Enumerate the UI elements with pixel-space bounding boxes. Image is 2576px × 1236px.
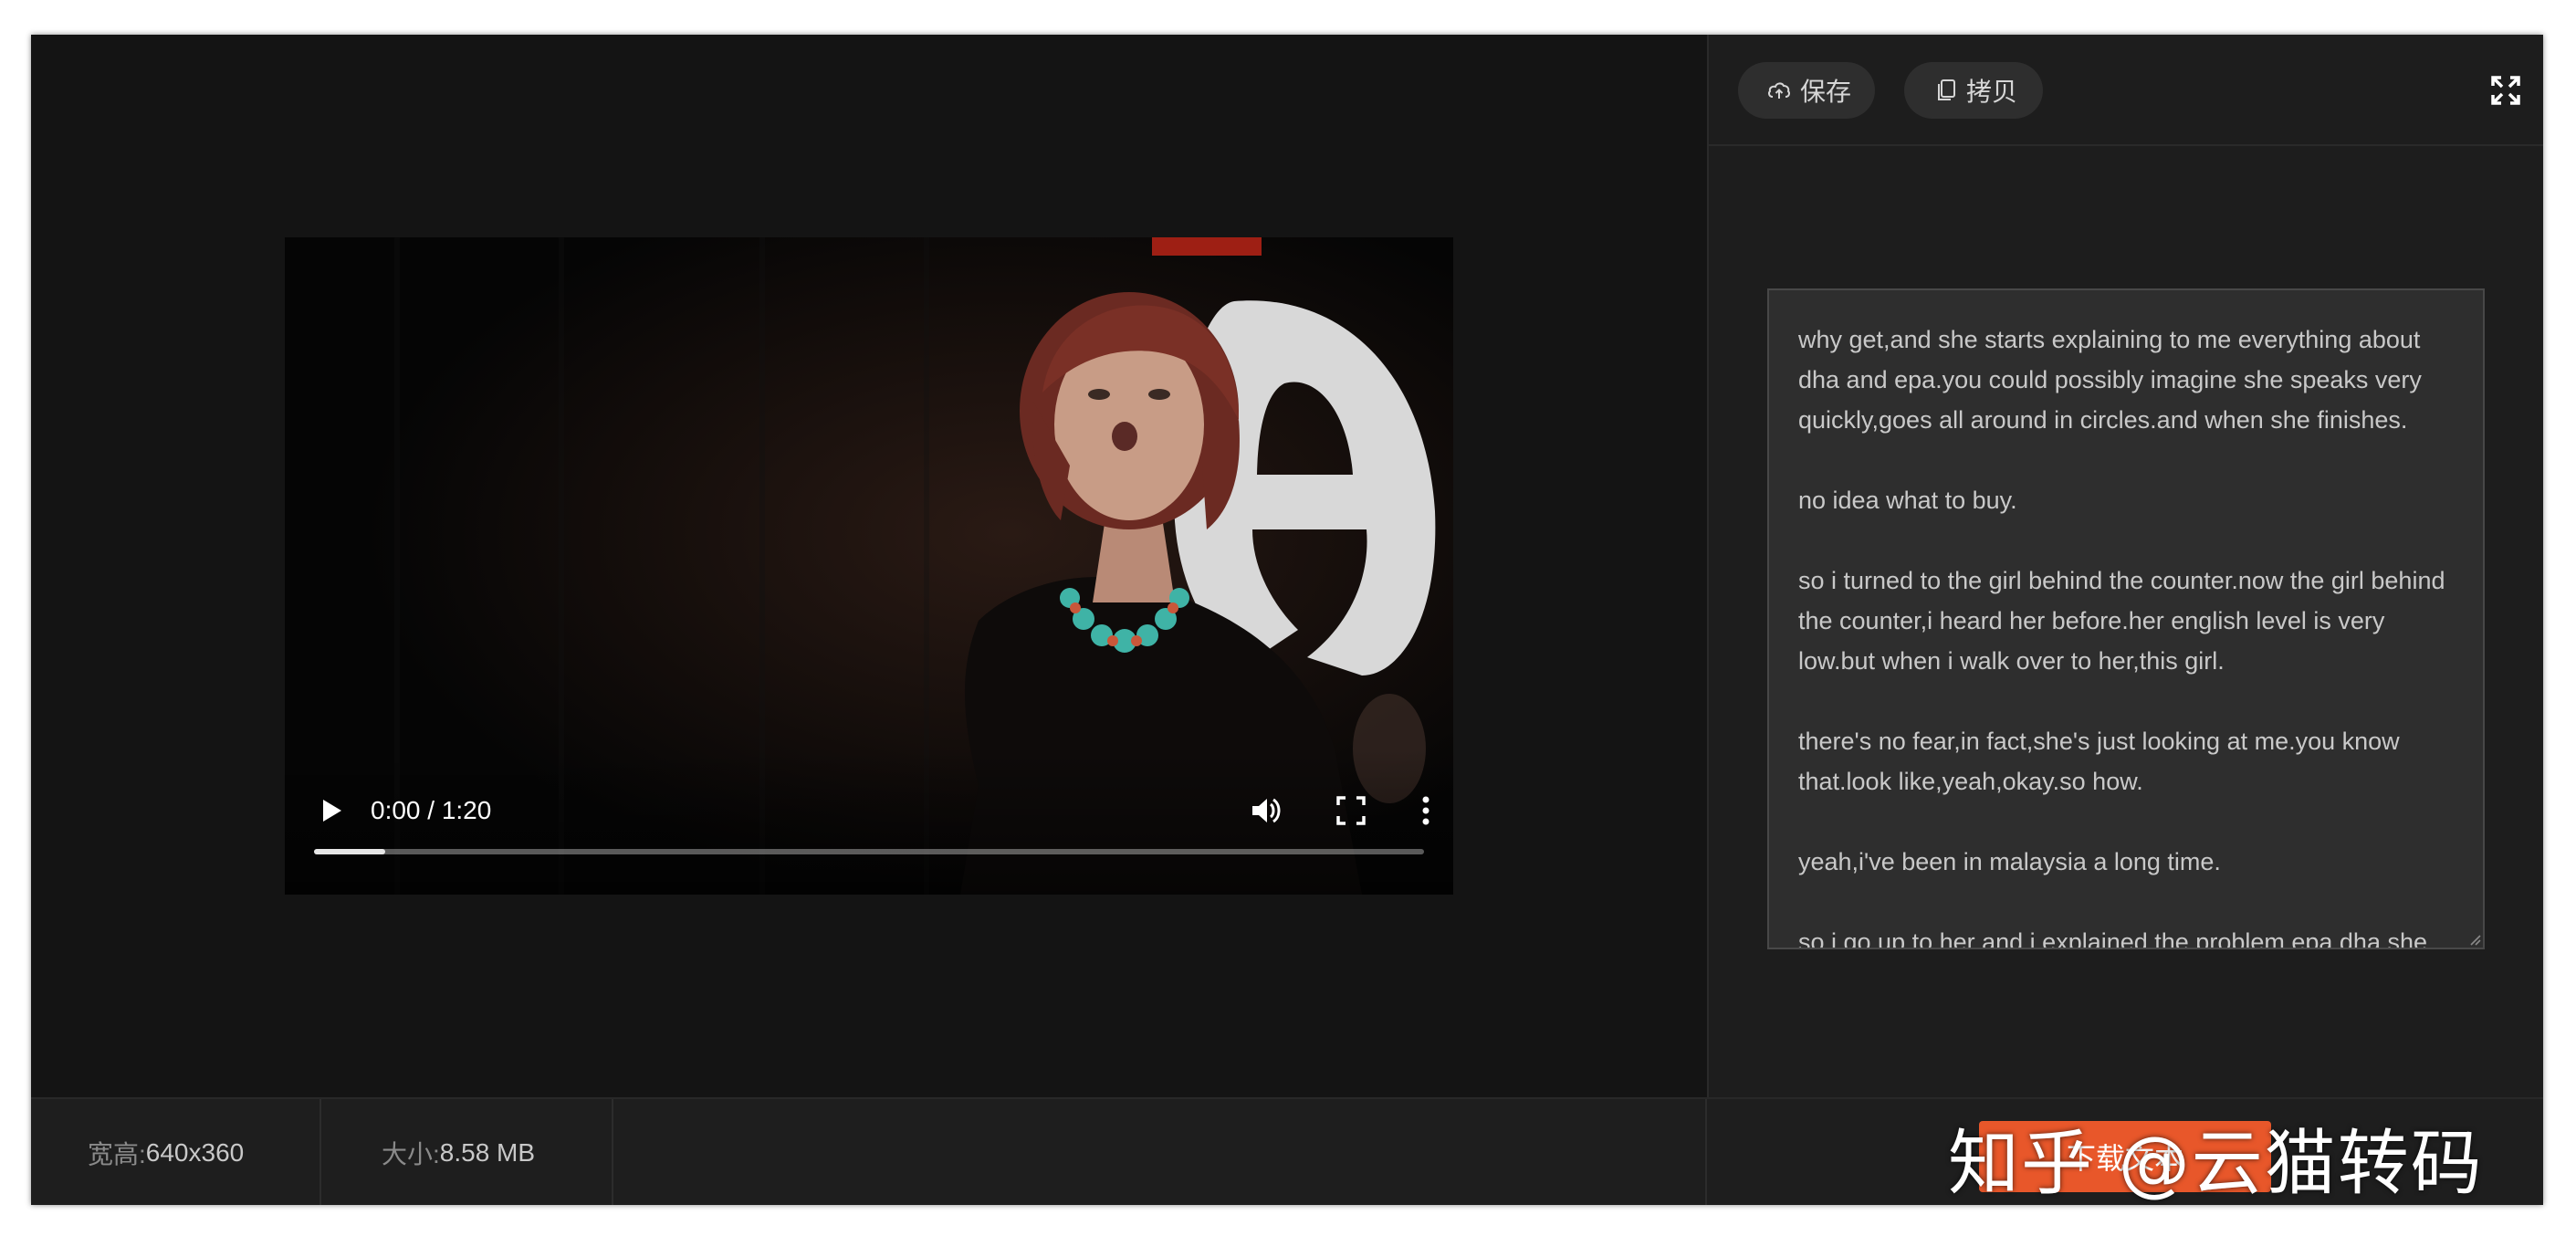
copy-icon: [1938, 79, 1955, 100]
transcript-paragraph: so i turned to the girl behind the count…: [1798, 567, 2445, 675]
transcript-paragraph: why get,and she starts explaining to me …: [1798, 326, 2422, 434]
video-preview-pane: 0:00 / 1:20: [31, 35, 1707, 1097]
dimensions-value: 640x360: [145, 1138, 245, 1167]
more-options-icon[interactable]: [1417, 792, 1435, 829]
footer-divider: [1705, 1099, 1707, 1205]
status-footer: 宽高: 640x360 大小: 8.58 MB 下载文本 知乎 @云猫转码: [31, 1097, 2543, 1205]
time-display: 0:00 / 1:20: [371, 796, 492, 824]
download-label: 下载文本: [2066, 1142, 2183, 1175]
volume-icon[interactable]: [1247, 792, 1283, 829]
copy-button[interactable]: 拷贝: [1904, 62, 2043, 119]
copy-label: 拷贝: [1966, 78, 2018, 106]
size-info: 大小: 8.58 MB: [323, 1099, 613, 1205]
transcript-paragraph: so i go up to her and i explained the pr…: [1798, 928, 2427, 949]
transcript-toolbar: 保存 拷贝: [1709, 35, 2543, 146]
dimensions-info: 宽高: 640x360: [31, 1099, 321, 1205]
transcript-paragraph: yeah,i've been in malaysia a long time.: [1798, 848, 2221, 875]
fullscreen-icon[interactable]: [1335, 794, 1367, 827]
save-label: 保存: [1800, 78, 1852, 106]
dimensions-label: 宽高:: [88, 1140, 146, 1168]
transcript-paragraph: there's no fear,in fact,she's just looki…: [1798, 728, 2400, 795]
size-label: 大小:: [382, 1140, 440, 1168]
save-button[interactable]: 保存: [1738, 62, 1875, 119]
transcript-paragraph: no idea what to buy.: [1798, 487, 2017, 514]
transcript-textarea[interactable]: why get,and she starts explaining to me …: [1767, 288, 2485, 949]
size-value: 8.58 MB: [439, 1138, 536, 1167]
expand-icon[interactable]: [2490, 75, 2521, 106]
transcript-pane: 保存 拷贝 why get,and she starts explaining …: [1707, 35, 2543, 1097]
video-player[interactable]: 0:00 / 1:20: [285, 237, 1453, 895]
progress-bar[interactable]: [314, 849, 1424, 854]
progress-buffered: [314, 849, 385, 854]
download-text-button[interactable]: 下载文本: [1979, 1121, 2271, 1192]
play-icon[interactable]: [316, 796, 345, 825]
cloud-upload-icon: [1768, 82, 1790, 99]
app-window: 0:00 / 1:20 保存 拷贝 why get,and she starts…: [31, 35, 2543, 1205]
resize-grip-icon[interactable]: [2466, 931, 2481, 946]
